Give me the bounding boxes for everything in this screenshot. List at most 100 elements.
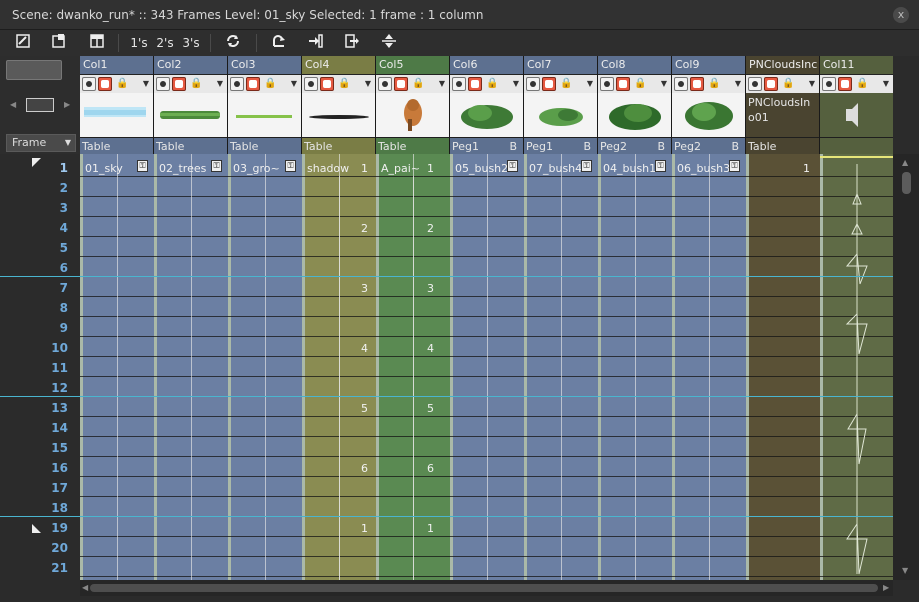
frame-number[interactable]: 5 — [0, 238, 72, 258]
camstand-toggle-icon[interactable] — [394, 77, 408, 91]
cell-name[interactable]: 07_bush4 — [529, 162, 582, 175]
import-icon[interactable] — [305, 32, 327, 54]
pegbar-label[interactable]: Table — [746, 137, 819, 154]
column-header[interactable]: Col2 🔒 ▼ Table — [154, 56, 228, 154]
lock-icon[interactable]: 🔒 — [560, 77, 572, 91]
frame-number[interactable]: 2 — [0, 178, 72, 198]
column-name[interactable]: Col7 — [524, 56, 597, 74]
scroll-down-icon[interactable]: ▼ — [902, 566, 908, 575]
frame-number[interactable]: 12 — [0, 378, 72, 398]
lock-icon[interactable]: 🔒 — [264, 77, 276, 91]
lock-icon[interactable]: 🔒 — [190, 77, 202, 91]
export-icon[interactable] — [341, 32, 363, 54]
toggle-view-button[interactable] — [6, 60, 62, 80]
lock-icon[interactable]: 🔒 — [116, 77, 128, 91]
camstand-toggle-icon[interactable] — [468, 77, 482, 91]
reverse-icon[interactable] — [222, 32, 244, 54]
column-name[interactable]: Col2 — [154, 56, 227, 74]
frame-number[interactable]: 20 — [0, 538, 72, 558]
camstand-toggle-icon[interactable] — [172, 77, 186, 91]
add-column-icon[interactable] — [26, 98, 54, 112]
column-name[interactable]: Col9 — [672, 56, 745, 74]
column-header[interactable]: Col9 🔒 ▼ Peg2 B — [672, 56, 746, 154]
column-name[interactable]: Col6 — [450, 56, 523, 74]
cell-name[interactable]: 03_gro~ — [233, 162, 280, 175]
column-menu-icon[interactable]: ▼ — [437, 77, 447, 91]
column-header[interactable]: Col6 🔒 ▼ Peg1 B — [450, 56, 524, 154]
lock-icon[interactable]: 🔒 — [338, 77, 350, 91]
column-menu-icon[interactable]: ▼ — [511, 77, 521, 91]
column-menu-icon[interactable]: ▼ — [807, 77, 817, 91]
column-menu-icon[interactable]: ▼ — [659, 77, 669, 91]
frame-number[interactable]: 7 — [0, 278, 72, 298]
column-header[interactable]: Col8 🔒 ▼ Peg2 B — [598, 56, 672, 154]
column-menu-icon[interactable]: ▼ — [289, 77, 299, 91]
camstand-toggle-icon[interactable] — [616, 77, 630, 91]
horizontal-scrollbar[interactable]: ◀ ▶ — [80, 580, 893, 596]
frame-number[interactable]: 10 — [0, 338, 72, 358]
cell-name[interactable]: 06_bush3 — [677, 162, 730, 175]
column-header[interactable]: Col7 🔒 ▼ Peg1 B — [524, 56, 598, 154]
cell-name[interactable]: 01_sky — [85, 162, 123, 175]
pegbar-label[interactable]: Table — [302, 137, 375, 154]
camstand-toggle-icon[interactable] — [320, 77, 334, 91]
flip-icon[interactable] — [378, 32, 400, 54]
pegbar-label[interactable] — [820, 137, 893, 154]
close-button[interactable]: x — [893, 7, 909, 23]
column-header[interactable]: PNCloudsInc 🔒 ▼ PNCloudsIn o01 Table — [746, 56, 820, 154]
preview-visible-icon[interactable] — [82, 77, 96, 91]
frame-number[interactable]: 13 — [0, 398, 72, 418]
frame-number[interactable]: 17 — [0, 478, 72, 498]
preview-visible-icon[interactable] — [452, 77, 466, 91]
lock-icon[interactable]: 🔒 — [856, 77, 868, 91]
frame-number[interactable]: 21 — [0, 558, 72, 578]
cell-name[interactable]: 05_bush2 — [455, 162, 508, 175]
column-menu-icon[interactable]: ▼ — [215, 77, 225, 91]
preview-visible-icon[interactable] — [600, 77, 614, 91]
column-menu-icon[interactable]: ▼ — [733, 77, 743, 91]
column-name[interactable]: Col1 — [80, 56, 153, 74]
horizontal-scroll-thumb[interactable] — [90, 584, 878, 592]
pegbar-label[interactable]: Peg1 B — [524, 137, 597, 154]
preview-visible-icon[interactable] — [378, 77, 392, 91]
preview-visible-icon[interactable] — [304, 77, 318, 91]
preview-visible-icon[interactable] — [748, 77, 762, 91]
preview-visible-icon[interactable] — [156, 77, 170, 91]
camstand-toggle-icon[interactable] — [690, 77, 704, 91]
rotate-icon[interactable] — [268, 32, 290, 54]
column-name[interactable]: PNCloudsInc — [746, 56, 819, 74]
cell-name[interactable]: shadow — [307, 162, 349, 175]
pegbar-label[interactable]: Table — [228, 137, 301, 154]
column-menu-icon[interactable]: ▼ — [363, 77, 373, 91]
frame-number[interactable]: 6 — [0, 258, 72, 278]
pegbar-label[interactable]: Peg2 B — [598, 137, 671, 154]
column-menu-icon[interactable]: ▼ — [585, 77, 595, 91]
column-header[interactable]: Col11 🔒 ▼ — [820, 56, 893, 154]
camstand-toggle-icon[interactable] — [764, 77, 778, 91]
pegbar-label[interactable]: Peg1 B — [450, 137, 523, 154]
column-name[interactable]: Col3 — [228, 56, 301, 74]
column-name[interactable]: Col8 — [598, 56, 671, 74]
scroll-left-icon[interactable]: ◀ — [10, 100, 16, 109]
pegbar-label[interactable]: Peg2 B — [672, 137, 745, 154]
camstand-toggle-icon[interactable] — [838, 77, 852, 91]
toggle-xsheet-icon[interactable] — [12, 32, 34, 54]
preview-visible-icon[interactable] — [526, 77, 540, 91]
cell-name[interactable]: 04_bush1 — [603, 162, 656, 175]
frame-dropdown[interactable]: Frame ▼ — [6, 134, 76, 152]
frame-number[interactable]: 11 — [0, 358, 72, 378]
column-name[interactable]: Col11 — [820, 56, 893, 74]
lock-icon[interactable]: 🔒 — [782, 77, 794, 91]
camstand-toggle-icon[interactable] — [98, 77, 112, 91]
lock-icon[interactable]: 🔒 — [708, 77, 720, 91]
frame-number[interactable]: 4 — [0, 218, 72, 238]
lock-icon[interactable]: 🔒 — [486, 77, 498, 91]
step-1s-button[interactable]: 1's — [128, 32, 150, 54]
camstand-toggle-icon[interactable] — [246, 77, 260, 91]
vertical-scrollbar[interactable]: ▲ ▼ — [893, 154, 919, 580]
column-name[interactable]: Col5 — [376, 56, 449, 74]
column-header[interactable]: Col5 🔒 ▼ Table — [376, 56, 450, 154]
camstand-toggle-icon[interactable] — [542, 77, 556, 91]
pegbar-label[interactable]: Table — [80, 137, 153, 154]
frame-number[interactable]: 18 — [0, 498, 72, 518]
